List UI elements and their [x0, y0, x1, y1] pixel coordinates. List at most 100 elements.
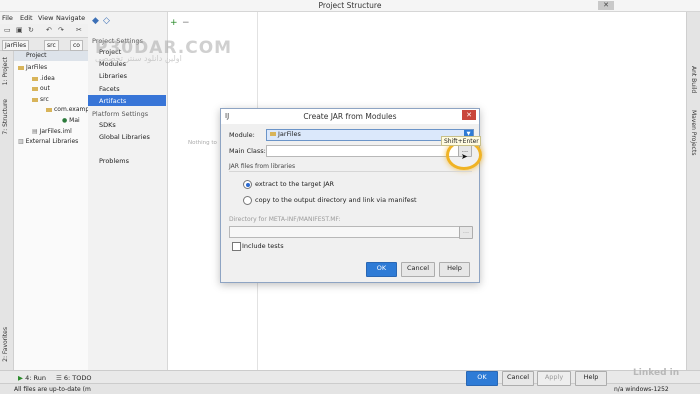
project-panel-header: Project	[14, 51, 92, 61]
module-folder-icon	[270, 132, 276, 136]
libraries-group-label: JAR files from libraries	[229, 163, 296, 170]
mouse-cursor-icon: ➤	[461, 152, 468, 161]
group-divider	[229, 171, 472, 172]
ps-ok-button[interactable]: OK	[466, 371, 498, 386]
forward-arrow-icon[interactable]: ◇	[103, 16, 110, 26]
section-platform-settings: Platform Settings	[92, 110, 149, 118]
breadcrumb-package[interactable]: co	[70, 40, 83, 51]
main-class-label: Main Class:	[229, 147, 266, 155]
copy-radio-label[interactable]: copy to the output directory and link vi…	[255, 196, 417, 204]
project-panel-title: Project	[26, 52, 47, 59]
extract-radio-label[interactable]: extract to the target JAR	[255, 180, 334, 188]
ide-toolbar: ▭ ▣ ↻ ↶ ↷ ✂	[0, 24, 90, 38]
cut-icon[interactable]: ✂	[76, 27, 83, 34]
breadcrumb-project[interactable]: JarFiles	[2, 40, 30, 51]
nav-item-global-libraries[interactable]: Global Libraries	[99, 133, 150, 141]
nav-item-libraries[interactable]: Libraries	[99, 72, 127, 80]
tree-item-label: External Libraries	[25, 138, 79, 145]
include-tests-checkbox[interactable]	[232, 242, 241, 251]
menu-edit[interactable]: Edit	[20, 14, 33, 22]
file-icon: ▤	[32, 128, 40, 135]
todo-icon: ☰	[56, 374, 64, 382]
nav-item-problems[interactable]: Problems	[99, 157, 129, 165]
tab-todo[interactable]: ☰ 6: TODO	[56, 374, 92, 382]
nav-item-facets[interactable]: Facets	[99, 85, 120, 93]
tab-project[interactable]: 1: Project	[2, 57, 9, 85]
tree-item[interactable]: out	[32, 85, 50, 92]
project-tool-window	[14, 51, 92, 370]
status-text: All files are up-to-date (m	[14, 386, 91, 393]
tree-item-label: .idea	[40, 75, 55, 82]
tree-item-label: out	[40, 85, 50, 92]
empty-hint: Nothing to	[188, 140, 217, 146]
nav-item-artifacts[interactable]: Artifacts	[99, 97, 126, 105]
shortcut-tooltip: Shift+Enter	[441, 136, 481, 146]
menu-navigate[interactable]: Navigate	[56, 14, 85, 22]
module-label: Module:	[229, 131, 255, 139]
back-arrow-icon[interactable]: ◆	[92, 16, 99, 26]
include-tests-label[interactable]: Include tests	[242, 242, 284, 250]
menu-file[interactable]: File	[2, 14, 13, 22]
tab-todo-label: 6: TODO	[63, 374, 92, 382]
module-value: JarFiles	[278, 130, 301, 138]
ide-menubar: File Edit View Navigate	[0, 12, 90, 24]
add-icon[interactable]: +	[170, 18, 178, 28]
status-encoding[interactable]: n/a windows-1252	[614, 386, 669, 393]
tree-item[interactable]: src	[32, 96, 49, 103]
intellij-icon: IJ	[225, 112, 230, 120]
dialog-help-button[interactable]: Help	[439, 262, 470, 277]
tab-run-label: 4: Run	[25, 374, 46, 382]
menu-view[interactable]: View	[38, 14, 53, 22]
project-structure-titlebar: Project Structure	[0, 0, 700, 12]
ps-apply-button[interactable]: Apply	[537, 371, 571, 386]
dialog-title: Create JAR from Modules	[303, 112, 397, 121]
ps-cancel-button[interactable]: Cancel	[502, 371, 534, 386]
open-folder-icon[interactable]: ▭	[4, 27, 11, 34]
remove-icon[interactable]: −	[182, 18, 190, 28]
tab-ant-build[interactable]: Ant Build	[690, 66, 697, 93]
tree-item[interactable]: ▤ JarFiles.iml	[32, 128, 72, 135]
tree-item-label: com.examp	[54, 106, 90, 113]
right-tool-strip: Ant Build Maven Projects	[686, 12, 700, 370]
sync-icon[interactable]: ↻	[28, 27, 35, 34]
dialog-ok-button[interactable]: OK	[366, 262, 397, 277]
folder-icon	[46, 107, 52, 112]
manifest-dir-input[interactable]	[229, 226, 462, 238]
dialog-close-button[interactable]: ✕	[462, 110, 476, 120]
undo-icon[interactable]: ↶	[46, 27, 53, 34]
tab-structure[interactable]: 7: Structure	[2, 99, 9, 135]
tab-favorites[interactable]: 2: Favorites	[2, 327, 9, 362]
copy-radio[interactable]	[243, 196, 252, 205]
tab-run[interactable]: ▶ 4: Run	[18, 374, 46, 382]
tree-item[interactable]: JarFiles	[18, 64, 47, 71]
tree-item-label: src	[40, 96, 49, 103]
folder-icon	[32, 97, 38, 102]
tree-item-label: Mai	[69, 117, 80, 124]
tree-item[interactable]: ● Mai	[62, 117, 80, 124]
main-class-input[interactable]	[266, 145, 461, 157]
dialog-titlebar: Create JAR from Modules	[221, 109, 479, 124]
ps-help-button[interactable]: Help	[575, 371, 607, 386]
folder-icon	[32, 76, 38, 81]
tree-item[interactable]: .idea	[32, 75, 55, 82]
tab-maven-projects[interactable]: Maven Projects	[690, 110, 697, 155]
watermark-subtext: اولین دانلود سنتر تخصصی	[95, 54, 182, 63]
tree-item[interactable]: com.examp	[46, 106, 89, 113]
tree-item-label: JarFiles	[26, 64, 48, 71]
breadcrumb-src[interactable]: src	[44, 40, 59, 51]
breadcrumb: JarFiles src co	[0, 38, 90, 51]
tree-item[interactable]: ▥ External Libraries	[18, 138, 78, 145]
window-close-button[interactable]: ✕	[598, 1, 614, 10]
manifest-browse-button[interactable]: ...	[459, 226, 473, 239]
window-title: Project Structure	[318, 1, 382, 10]
nav-item-sdks[interactable]: SDKs	[99, 121, 116, 129]
linkedin-logo: Linked in	[633, 368, 680, 378]
folder-icon	[32, 86, 38, 91]
extract-radio[interactable]	[243, 180, 252, 189]
manifest-dir-label: Directory for META-INF/MANIFEST.MF:	[229, 216, 341, 223]
dialog-cancel-button[interactable]: Cancel	[401, 262, 435, 277]
library-icon: ▥	[18, 138, 26, 145]
save-icon[interactable]: ▣	[16, 27, 23, 34]
redo-icon[interactable]: ↷	[58, 27, 65, 34]
left-tool-strip: 1: Project 7: Structure 2: Favorites	[0, 51, 14, 370]
